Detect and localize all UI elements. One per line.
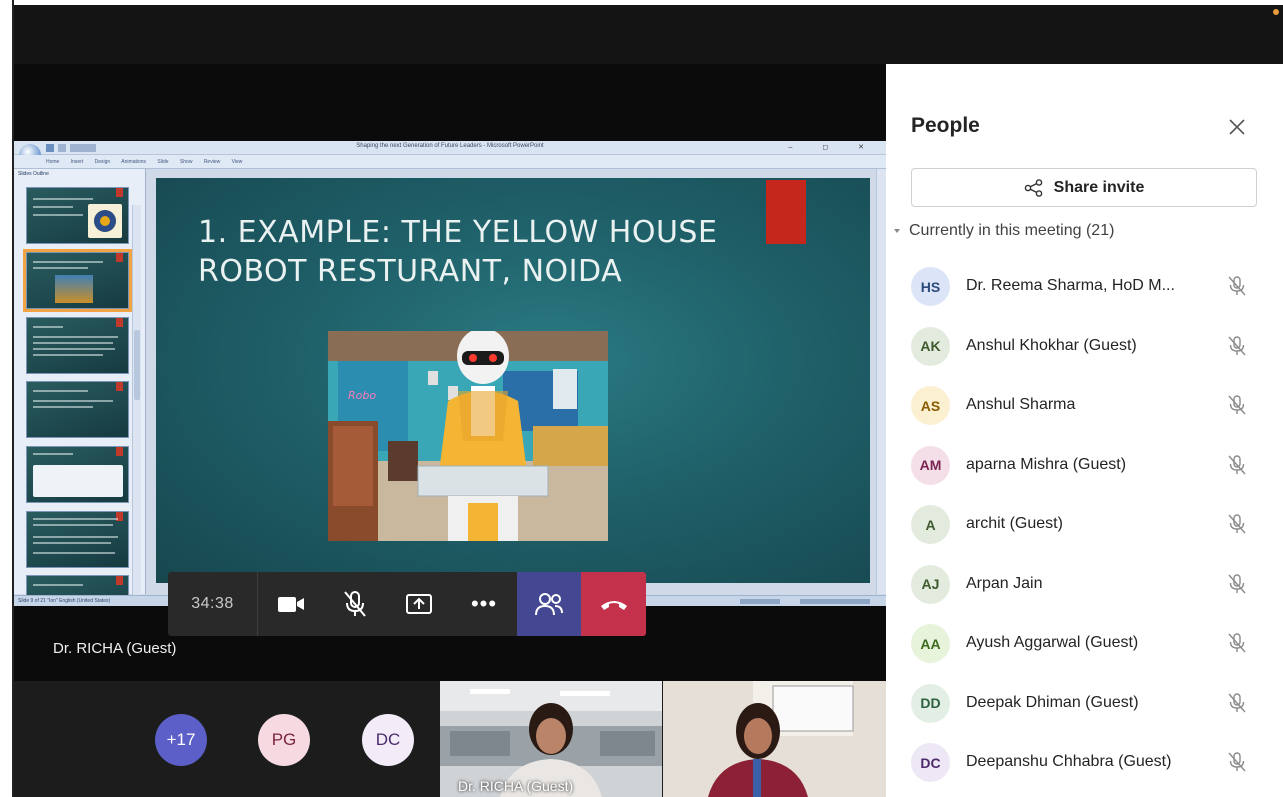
participant-avatar: AM <box>911 445 950 485</box>
overflow-participants-button[interactable]: +17 <box>155 714 207 766</box>
ppt-ribbon: Home Insert Design Animations Slide Show… <box>14 155 886 169</box>
share-icon <box>1024 178 1042 197</box>
participant-name: Anshul Khokhar (Guest) <box>966 336 1137 354</box>
participant-avatar: A <box>911 505 950 544</box>
video-tile[interactable] <box>663 681 886 797</box>
participant-name: Anshul Sharma <box>966 396 1076 413</box>
mic-off-icon <box>1226 751 1248 773</box>
mic-off-icon <box>344 591 366 617</box>
participant-name: archit (Guest) <box>966 515 1063 532</box>
participant-avatar[interactable]: PG <box>258 714 310 766</box>
ppt-vertical-scrollbar[interactable] <box>876 169 886 594</box>
participant-row[interactable]: AK Anshul Khokhar (Guest) <box>886 317 1283 376</box>
camera-button[interactable] <box>259 572 323 636</box>
mic-off-icon <box>1226 632 1248 654</box>
mic-off-icon <box>1226 275 1248 297</box>
thumbs-tabs: Slides Outline <box>18 171 49 177</box>
participant-row[interactable]: HS Dr. Reema Sharma, HoD M... <box>886 257 1283 316</box>
participant-row[interactable]: AS Anshul Sharma <box>886 376 1283 435</box>
participant-avatar: AS <box>911 386 950 425</box>
ppt-status-text: Slide 9 of 21 "Ion" English (United Stat… <box>18 598 111 604</box>
slide-title: 1. EXAMPLE: THE YELLOW HOUSE ROBOT RESTU… <box>198 213 738 291</box>
slide-thumbnail <box>26 446 129 503</box>
share-screen-icon <box>406 594 432 614</box>
teams-meeting-screen: Shaping the next Generation of Future Le… <box>0 0 1283 797</box>
participant-avatar[interactable]: DC <box>362 714 414 766</box>
slide-thumbnails-pane: Slides Outline <box>14 169 146 606</box>
participant-name: Deepanshu Chhabra (Guest) <box>966 753 1172 770</box>
mic-off-icon <box>1226 335 1248 357</box>
slide-thumbnail <box>26 317 129 374</box>
mic-button[interactable] <box>323 572 387 636</box>
ppt-titlebar: Shaping the next Generation of Future Le… <box>14 141 886 166</box>
slide-thumbnail <box>26 381 129 438</box>
mic-off-icon <box>1226 394 1248 416</box>
slide-accent-bar <box>766 180 806 244</box>
window-controls: – ◻ ✕ <box>788 144 878 151</box>
ppt-window-title: Shaping the next Generation of Future Le… <box>356 143 544 149</box>
mic-off-icon <box>1226 454 1248 476</box>
participant-avatar: AA <box>911 624 950 663</box>
current-slide: 1. EXAMPLE: THE YELLOW HOUSE ROBOT RESTU… <box>156 178 870 583</box>
close-icon <box>1229 119 1245 135</box>
slide-thumbnail <box>26 511 129 568</box>
participant-name: Arpan Jain <box>966 574 1043 592</box>
more-icon: ••• <box>470 591 498 616</box>
share-invite-button[interactable]: Share invite <box>911 168 1257 207</box>
in-meeting-section-toggle[interactable]: Currently in this meeting (21) <box>894 222 1114 240</box>
slide-title-line2: ROBOT RESTURANT, NOIDA <box>198 254 623 289</box>
participant-avatar: AJ <box>911 564 950 604</box>
participant-row[interactable]: AA Ayush Aggarwal (Guest) <box>886 614 1283 673</box>
speaker-name-label: Dr. RICHA (Guest) <box>53 640 177 657</box>
thumbs-scrollbar[interactable] <box>132 205 141 606</box>
participant-row[interactable]: DC Deepanshu Chhabra (Guest) <box>886 733 1283 792</box>
camera-icon <box>278 597 304 612</box>
slide-thumbnail-selected <box>23 249 132 312</box>
section-label: Currently in this meeting (21) <box>909 222 1115 239</box>
participant-row[interactable]: AM aparna Mishra (Guest) <box>886 436 1283 495</box>
share-invite-label: Share invite <box>1053 178 1145 196</box>
chevron-down-icon <box>894 229 900 233</box>
participant-row[interactable]: DD Deepak Dhiman (Guest) <box>886 674 1283 733</box>
people-panel-title: People <box>911 114 980 137</box>
participant-name: Dr. Reema Sharma, HoD M... <box>966 277 1175 294</box>
slide-title-line1: 1. EXAMPLE: THE YELLOW HOUSE <box>198 215 718 250</box>
close-panel-button[interactable] <box>1224 114 1250 140</box>
slide-thumbnail <box>26 187 129 244</box>
participant-row[interactable]: Aarchit (Guest) <box>886 495 1283 554</box>
mic-off-icon <box>1226 513 1248 535</box>
video-tile-name: Dr. RICHA (Guest) <box>458 778 574 794</box>
hang-up-icon <box>600 601 627 610</box>
people-icon <box>535 593 563 616</box>
participant-avatar: AK <box>911 326 950 366</box>
participant-name: Deepak Dhiman (Guest) <box>966 693 1139 711</box>
participant-avatar: DD <box>911 683 950 723</box>
call-controls: 34:38 ••• <box>168 572 646 636</box>
robot-waiter-photo: Robo <box>328 331 608 541</box>
ribbon-tabs: Home Insert Design Animations Slide Show… <box>46 159 243 165</box>
mic-off-icon <box>1226 692 1248 714</box>
show-participants-button[interactable] <box>517 572 581 636</box>
call-timer: 34:38 <box>168 572 258 636</box>
share-tray-button[interactable] <box>387 572 451 636</box>
zoom-slider[interactable] <box>740 599 870 604</box>
participant-name: Ayush Aggarwal (Guest) <box>966 634 1139 651</box>
participant-avatar: HS <box>911 267 950 306</box>
participant-row[interactable]: AJ Arpan Jain <box>886 555 1283 614</box>
top-bar <box>14 5 1283 64</box>
recording-indicator-icon <box>1273 9 1279 15</box>
more-actions-button[interactable]: ••• <box>451 572 517 636</box>
participant-avatar: DC <box>911 743 950 782</box>
hang-up-button[interactable] <box>581 572 646 636</box>
participant-name: aparna Mishra (Guest) <box>966 455 1127 473</box>
people-panel: People Share invite Currently in this me… <box>886 64 1283 797</box>
mic-off-icon <box>1226 573 1248 595</box>
shared-powerpoint-window: Shaping the next Generation of Future Le… <box>14 141 886 606</box>
svg-text:Robo: Robo <box>348 389 376 402</box>
